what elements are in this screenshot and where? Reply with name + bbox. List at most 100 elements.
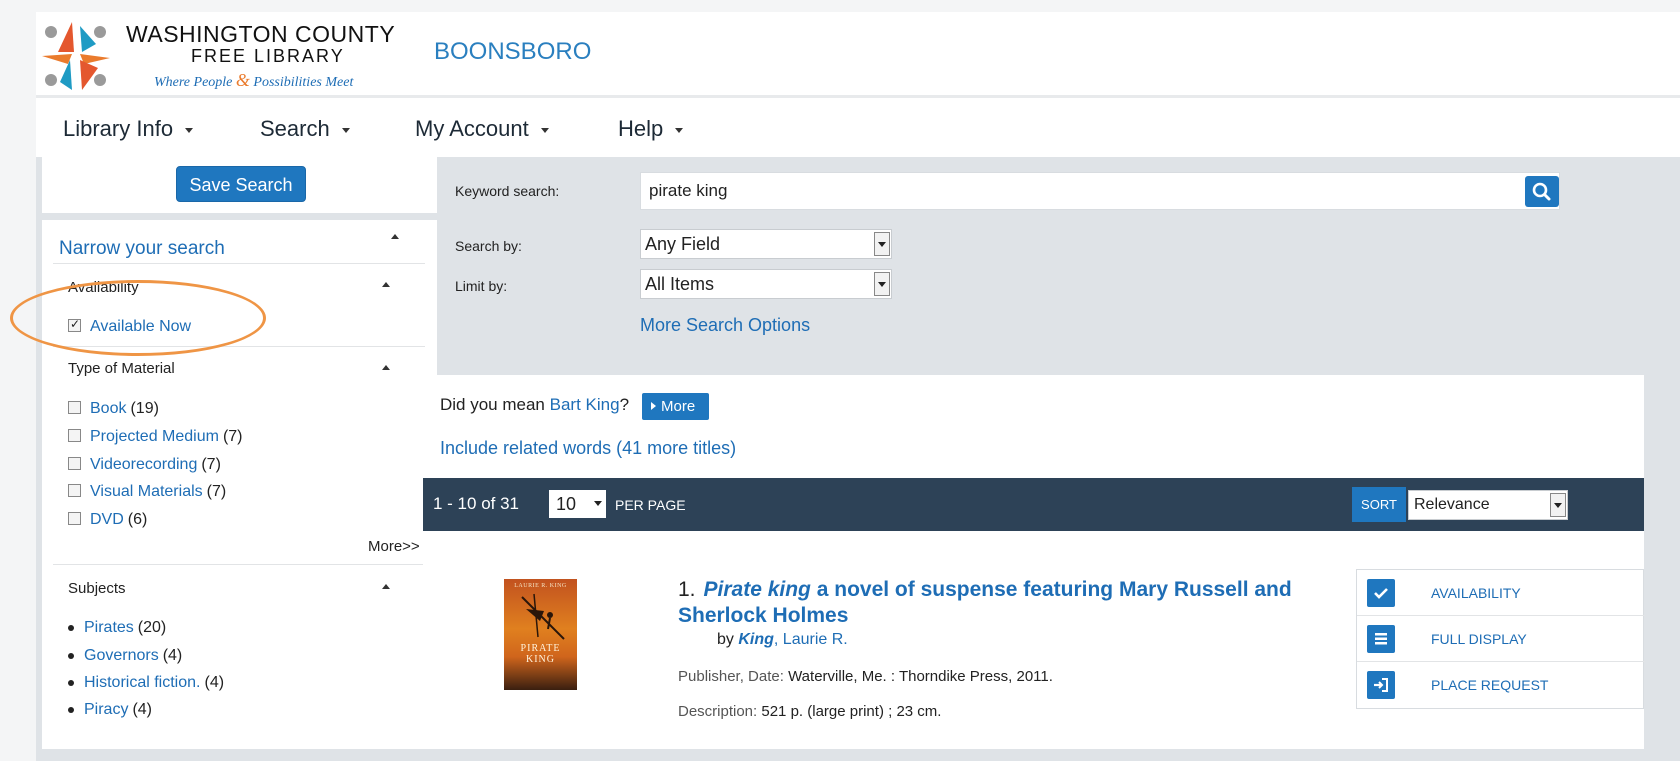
full-display-action[interactable]: FULL DISPLAY	[1357, 616, 1645, 662]
nav-help-label: Help	[618, 116, 664, 141]
logo-tagline-part-2: Possibilities Meet	[253, 75, 354, 90]
more-suggestions-button[interactable]: More	[642, 393, 709, 420]
result-title: 1. Pirate king a novel of suspense featur…	[678, 577, 1298, 629]
author-last-link[interactable]: King	[738, 631, 774, 648]
facet-material-item[interactable]: Book (19)	[68, 400, 159, 418]
nav-library-info[interactable]: Library Info	[63, 116, 194, 142]
search-icon	[1532, 182, 1551, 201]
facet-label[interactable]: Videorecording	[90, 456, 197, 473]
bullet-icon	[68, 679, 74, 686]
pirate-ship-silhouette-icon	[521, 593, 565, 640]
logo-tagline-amp: &	[235, 70, 250, 90]
facet-available-now-label[interactable]: Available Now	[90, 318, 191, 335]
publisher-value: Waterville, Me. : Thorndike Press, 2011.	[788, 668, 1053, 685]
bullet-icon	[68, 706, 74, 713]
search-by-select[interactable]: Any Field	[640, 229, 892, 259]
narrow-search-heading[interactable]: Narrow your search	[59, 238, 225, 260]
facet-material-item[interactable]: Visual Materials (7)	[68, 483, 226, 501]
collapse-caret-icon[interactable]	[382, 282, 390, 287]
cover-title-text: PIRATE KING	[504, 643, 577, 665]
did-you-mean: Did you mean Bart King?	[440, 395, 629, 415]
subject-item[interactable]: Pirates (20)	[68, 619, 166, 637]
checkbox[interactable]	[68, 401, 81, 414]
nav-search[interactable]: Search	[260, 116, 350, 142]
subject-label[interactable]: Piracy	[84, 701, 128, 718]
sort-value: Relevance	[1414, 496, 1490, 513]
result-title-main-link[interactable]: Pirate king	[704, 578, 811, 601]
result-number: 1.	[678, 578, 696, 601]
result-publisher: Publisher, Date: Waterville, Me. : Thorn…	[678, 668, 1053, 685]
facet-count: (7)	[222, 428, 243, 445]
availability-action[interactable]: AVAILABILITY	[1357, 570, 1645, 616]
results-toolbar: 1 - 10 of 31 10 PER PAGE SORT Relevance	[423, 478, 1644, 531]
subject-label[interactable]: Governors	[84, 647, 159, 664]
facet-count: (6)	[127, 511, 148, 528]
facet-material-item[interactable]: DVD (6)	[68, 511, 147, 529]
full-display-label[interactable]: FULL DISPLAY	[1431, 631, 1527, 647]
availability-label[interactable]: AVAILABILITY	[1431, 585, 1521, 601]
save-search-button[interactable]: Save Search	[176, 166, 306, 202]
search-button[interactable]	[1525, 176, 1559, 207]
subject-item[interactable]: Historical fiction. (4)	[68, 674, 224, 692]
limit-by-value: All Items	[645, 274, 715, 294]
facet-material-item[interactable]: Videorecording (7)	[68, 456, 221, 474]
author-first-link[interactable]: , Laurie R.	[774, 631, 848, 648]
subject-label[interactable]: Pirates	[84, 619, 134, 636]
sort-select[interactable]: Relevance	[1408, 490, 1568, 520]
logo-tagline-part-1: Where People	[154, 75, 233, 90]
checkbox[interactable]	[68, 457, 81, 470]
facet-more-link[interactable]: More>>	[368, 538, 420, 555]
divider	[53, 346, 425, 347]
header: WASHINGTON COUNTY FREE LIBRARY Where Peo…	[36, 12, 1680, 92]
nav-my-account[interactable]: My Account	[415, 116, 549, 142]
book-cover-image[interactable]: LAURIE R. KING PIRATE KING	[504, 579, 577, 690]
sort-label: SORT	[1352, 487, 1406, 522]
facet-available-now[interactable]: Available Now	[68, 317, 191, 336]
related-words-link[interactable]: Include related words (41 more titles)	[440, 438, 736, 459]
caret-right-icon	[651, 402, 656, 410]
subject-count: (4)	[204, 674, 225, 691]
dropdown-arrow-icon[interactable]	[1550, 493, 1566, 517]
library-logo-icon[interactable]	[40, 20, 112, 92]
facet-label[interactable]: DVD	[90, 511, 124, 528]
facet-label[interactable]: Book	[90, 400, 126, 417]
search-by-value: Any Field	[645, 234, 721, 254]
collapse-caret-icon[interactable]	[382, 584, 390, 589]
more-search-options-link[interactable]: More Search Options	[640, 315, 810, 336]
dropdown-arrow-icon[interactable]	[874, 272, 890, 296]
bullet-icon	[68, 624, 74, 631]
checkbox[interactable]	[68, 512, 81, 525]
facet-label[interactable]: Visual Materials	[90, 483, 203, 500]
facet-label[interactable]: Projected Medium	[90, 428, 219, 445]
did-you-mean-term-link[interactable]: Bart King	[550, 395, 620, 414]
branch-name-link[interactable]: BOONSBORO	[434, 38, 591, 66]
facet-availability-title[interactable]: Availability	[68, 279, 139, 296]
collapse-caret-icon[interactable]	[391, 234, 399, 239]
collapse-caret-icon[interactable]	[382, 365, 390, 370]
save-search-box: Save Search	[42, 156, 437, 213]
limit-by-select[interactable]: All Items	[640, 269, 892, 299]
per-page-label: PER PAGE	[615, 497, 686, 513]
facet-material-item[interactable]: Projected Medium (7)	[68, 428, 243, 446]
facet-material-title[interactable]: Type of Material	[68, 360, 175, 377]
dropdown-arrow-icon[interactable]	[874, 232, 890, 256]
subject-item[interactable]: Piracy (4)	[68, 701, 152, 719]
logo-title: WASHINGTON COUNTY	[126, 21, 396, 47]
subject-item[interactable]: Governors (4)	[68, 647, 182, 665]
place-request-action[interactable]: PLACE REQUEST	[1357, 662, 1645, 708]
nav-library-info-label: Library Info	[63, 116, 174, 141]
caret-down-icon	[675, 127, 684, 133]
facet-subjects-title[interactable]: Subjects	[68, 580, 126, 597]
keyword-search-input[interactable]	[641, 173, 1501, 209]
search-by-label: Search by:	[455, 238, 522, 254]
nav-help[interactable]: Help	[618, 116, 684, 142]
limit-by-label: Limit by:	[455, 278, 508, 294]
subject-label[interactable]: Historical fiction.	[84, 674, 200, 691]
per-page-select[interactable]: 10	[549, 490, 606, 518]
checkbox[interactable]	[68, 484, 81, 497]
checkbox-checked[interactable]	[68, 317, 81, 332]
checkbox[interactable]	[68, 429, 81, 442]
place-request-label[interactable]: PLACE REQUEST	[1431, 677, 1548, 693]
sign-in-icon	[1367, 671, 1395, 699]
publisher-label: Publisher, Date:	[678, 668, 784, 685]
